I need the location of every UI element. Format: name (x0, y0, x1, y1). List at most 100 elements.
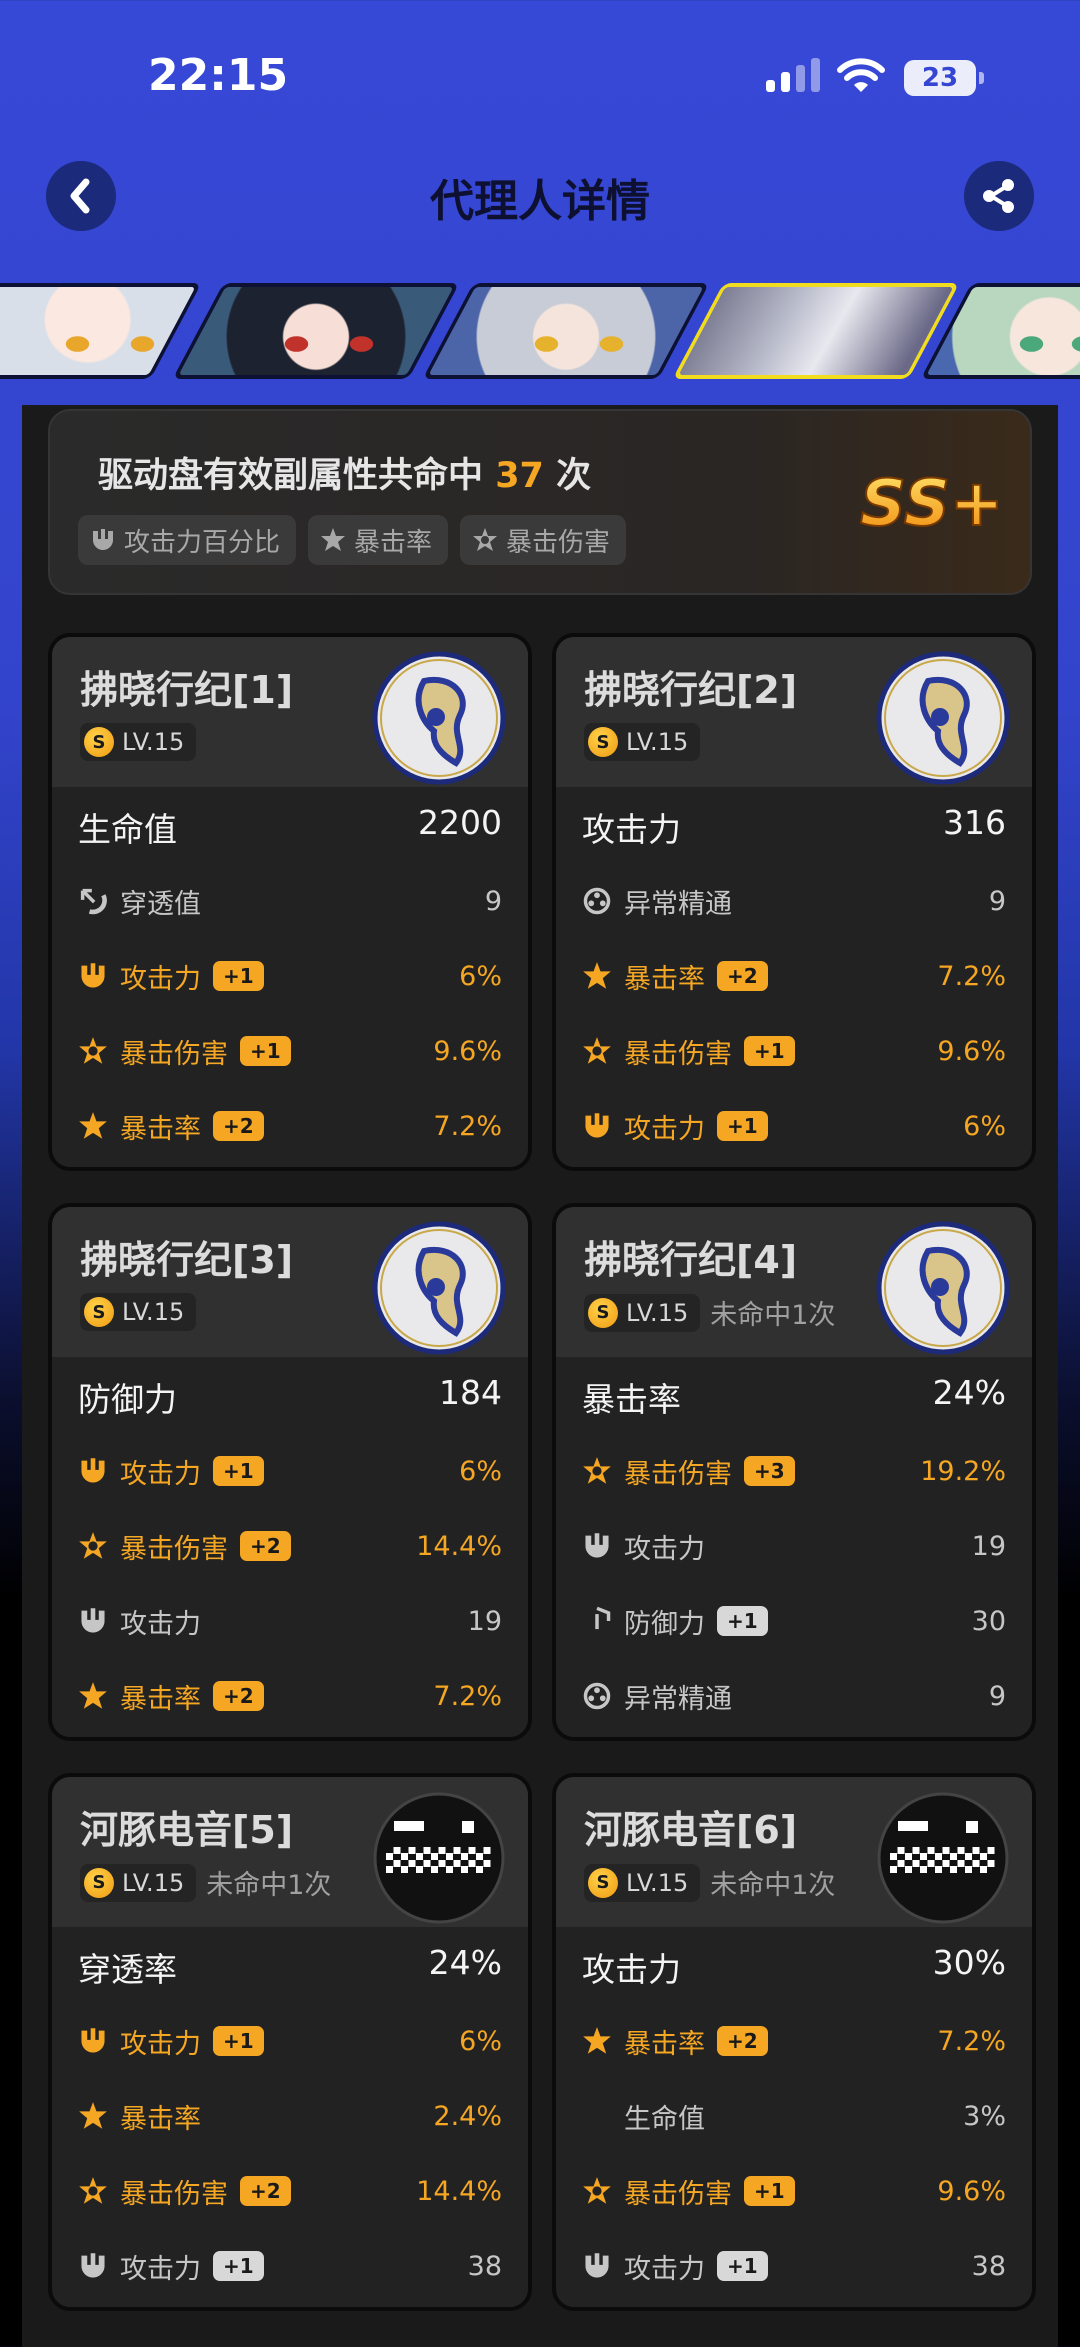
crit-rate-icon (79, 1682, 107, 1709)
roll-badge: +2 (717, 961, 768, 991)
disc-set-icon (876, 651, 1010, 785)
rank-s-icon: S (588, 727, 618, 757)
character-portrait-1[interactable] (0, 283, 202, 379)
sub-stat-value: 6% (459, 960, 502, 992)
sub-stat-label: 攻击力 (120, 963, 201, 995)
sub-stat-label: 防御力 (624, 1608, 705, 1640)
sub-stat-label: 暴击率 (120, 2103, 201, 2135)
drive-disc-card[interactable]: 拂晓行纪[2] S LV.15 攻击力 316 异常精通 9 暴击率 +2 7.… (552, 633, 1036, 1171)
chip-label: 暴击伤害 (506, 527, 611, 558)
chip-crit-rate: 暴击率 (308, 515, 449, 565)
status-time: 22:15 (148, 50, 289, 101)
drive-disc-panel: 驱动盘有效副属性共命中 37 次 攻击力百分比 暴击率 暴击伤害 SS+ 拂晓行… (22, 405, 1058, 2347)
sub-stat-row: 暴击伤害 +2 14.4% (78, 1526, 502, 1566)
drive-disc-card[interactable]: 河豚电音[5] S LV.15 未命中1次 穿透率 24% 攻击力 +1 6% … (48, 1773, 532, 2311)
disc-name: 拂晓行纪[4] (584, 1238, 798, 1282)
sub-stat-value: 38 (971, 2250, 1006, 2282)
sub-stat-row: 攻击力 19 (582, 1526, 1006, 1566)
sub-stat-row: 暴击率 +2 7.2% (582, 956, 1006, 996)
miss-text: 未命中1次 (206, 1870, 332, 1901)
sub-stat-value: 9.6% (937, 1035, 1006, 1067)
sub-stat-row: 防御力 +1 30 (582, 1601, 1006, 1641)
main-stat-label: 穿透率 (78, 1950, 177, 1989)
sub-stat-row: 攻击力 +1 6% (78, 2021, 502, 2061)
sub-stat-value: 9.6% (433, 1035, 502, 1067)
drive-disc-card[interactable]: 河豚电音[6] S LV.15 未命中1次 攻击力 30% 暴击率 +2 7.2… (552, 1773, 1036, 2311)
sub-stat-value: 6% (459, 2025, 502, 2057)
sub-stat-value: 7.2% (937, 2025, 1006, 2057)
rank-s-icon: S (84, 1867, 114, 1898)
sub-stat-label: 攻击力 (624, 2253, 705, 2285)
roll-badge: +2 (717, 2026, 768, 2056)
character-portrait-3[interactable] (422, 283, 710, 379)
roll-badge: +2 (240, 1531, 291, 1561)
sub-stat-value: 38 (467, 2250, 502, 2282)
sub-stat-value: 9 (484, 885, 502, 917)
level-text: LV.15 (122, 1298, 185, 1326)
sub-stat-row: 暴击率 +2 7.2% (78, 1676, 502, 1716)
summary-chips: 攻击力百分比 暴击率 暴击伤害 (78, 515, 627, 565)
atk-icon (585, 1113, 609, 1138)
sub-stat-value: 7.2% (937, 960, 1006, 992)
sub-stat-row: 穿透值 9 (78, 881, 502, 921)
chip-atk-percent: 攻击力百分比 (78, 515, 297, 565)
pen-icon (80, 888, 107, 915)
roll-badge: +1 (717, 1111, 768, 1141)
sub-stat-row: 攻击力 +1 38 (78, 2246, 502, 2286)
sub-stat-label: 攻击力 (120, 1458, 201, 1490)
main-stat: 攻击力 316 (582, 803, 1006, 851)
sub-stat-value: 30 (971, 1605, 1006, 1637)
main-stat-value: 184 (439, 1373, 502, 1412)
atk-icon (585, 2253, 609, 2278)
disc-set-icon (877, 1792, 1009, 1924)
roll-badge: +2 (213, 1681, 264, 1711)
summary-title: 驱动盘有效副属性共命中 37 次 (98, 447, 591, 498)
sub-stat-value: 6% (963, 1110, 1006, 1142)
level-row: S LV.15 (80, 723, 197, 761)
level-badge: S LV.15 (80, 1293, 197, 1331)
sub-stat-row: 攻击力 +1 6% (582, 1106, 1006, 1146)
sub-stat-label: 异常精通 (624, 888, 732, 920)
sub-stat-value: 7.2% (433, 1680, 502, 1712)
sub-stat-label: 暴击率 (120, 1683, 201, 1715)
sub-stat-value: 14.4% (416, 1530, 502, 1562)
sub-stat-row: 攻击力 +1 6% (78, 1451, 502, 1491)
crit-rate-icon (79, 1112, 107, 1139)
sub-stat-label: 暴击伤害 (624, 2178, 732, 2210)
sub-stat-row: 攻击力 +1 6% (78, 956, 502, 996)
sub-stat-label: 攻击力 (120, 2028, 201, 2060)
sub-stat-row: 暴击率 2.4% (78, 2096, 502, 2136)
sub-stat-row: 暴击伤害 +3 19.2% (582, 1451, 1006, 1491)
character-portrait-2[interactable] (172, 283, 460, 379)
roll-badge: +2 (213, 1111, 264, 1141)
roll-badge: +1 (213, 2026, 264, 2056)
drive-disc-card[interactable]: 拂晓行纪[4] S LV.15 未命中1次 暴击率 24% 暴击伤害 +3 19… (552, 1203, 1036, 1741)
roll-badge: +2 (240, 2176, 291, 2206)
drive-disc-card[interactable]: 拂晓行纪[3] S LV.15 防御力 184 攻击力 +1 6% 暴击伤害 +… (48, 1203, 532, 1741)
main-stat-label: 暴击率 (582, 1380, 681, 1419)
crit-rate-icon (583, 962, 611, 989)
sub-stat-row: 暴击率 +2 7.2% (78, 1106, 502, 1146)
sub-stat-label: 暴击伤害 (120, 1038, 228, 1070)
main-stat-label: 生命值 (78, 810, 177, 849)
disc-set-icon (373, 1792, 505, 1924)
miss-text: 未命中1次 (710, 1300, 836, 1331)
drive-disc-card[interactable]: 拂晓行纪[1] S LV.15 生命值 2200 穿透值 9 攻击力 +1 6%… (48, 633, 532, 1171)
sub-stat-row: 暴击伤害 +1 9.6% (582, 1031, 1006, 1071)
character-portrait-4-selected[interactable] (672, 283, 960, 379)
level-text: LV.15 (626, 728, 689, 756)
atk-icon (81, 1458, 105, 1483)
crit-rate-icon (583, 2027, 611, 2054)
level-row: S LV.15 未命中1次 (80, 1863, 331, 1902)
rating-text: SS+ (860, 467, 1004, 539)
sub-stat-value: 9 (988, 885, 1006, 917)
cellular-signal-icon (766, 58, 820, 92)
rating-badge: SS+ (859, 466, 1005, 539)
share-button[interactable] (964, 161, 1034, 231)
disc-name: 拂晓行纪[2] (584, 668, 798, 712)
main-stat-label: 攻击力 (582, 810, 681, 849)
sub-stat-label: 暴击率 (624, 963, 705, 995)
sub-stat-label: 暴击伤害 (120, 1533, 228, 1565)
sub-stat-row: 暴击率 +2 7.2% (582, 2021, 1006, 2061)
roll-badge: +1 (213, 1456, 264, 1486)
